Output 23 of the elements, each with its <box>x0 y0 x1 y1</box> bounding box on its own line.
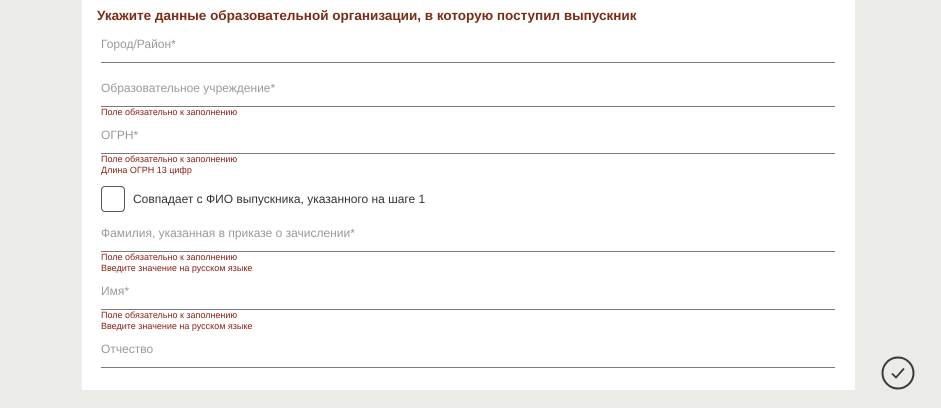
check-circle-icon[interactable] <box>881 356 915 390</box>
input-field[interactable]: ОГРН* <box>101 128 835 154</box>
input-field[interactable]: Имя* <box>101 284 835 310</box>
field-label: Образовательное учреждение* <box>101 81 276 95</box>
field-label: Имя* <box>101 284 130 298</box>
checkbox[interactable] <box>101 186 125 212</box>
form-heading: Укажите данные образовательной организации, в которую поступил выпускник <box>97 8 638 23</box>
error-message: Поле обязательно к заполнению <box>101 310 238 321</box>
error-message: Введите значение на русском языке <box>101 263 254 274</box>
error-message: Длина ОГРН 13 цифр <box>101 165 193 176</box>
error-message: Введите значение на русском языке <box>101 321 254 332</box>
input-field[interactable]: Город/Район* <box>101 37 835 63</box>
field-label: Отчество <box>101 342 154 356</box>
field-label: ОГРН* <box>101 128 138 142</box>
input-field[interactable]: Отчество <box>101 342 835 368</box>
error-message: Поле обязательно к заполнению <box>101 252 238 263</box>
field-label: Город/Район* <box>101 37 176 51</box>
input-field[interactable]: Образовательное учреждение* <box>101 81 835 107</box>
checkbox-label: Совпадает с ФИО выпускника, указанного на шаге 1 <box>133 192 426 206</box>
error-message: Поле обязательно к заполнению <box>101 154 238 165</box>
field-label: Фамилия, указанная в приказе о зачислении* <box>101 226 355 240</box>
error-message: Поле обязательно к заполнению <box>101 107 238 118</box>
input-field[interactable]: Фамилия, указанная в приказе о зачислении* <box>101 226 835 252</box>
